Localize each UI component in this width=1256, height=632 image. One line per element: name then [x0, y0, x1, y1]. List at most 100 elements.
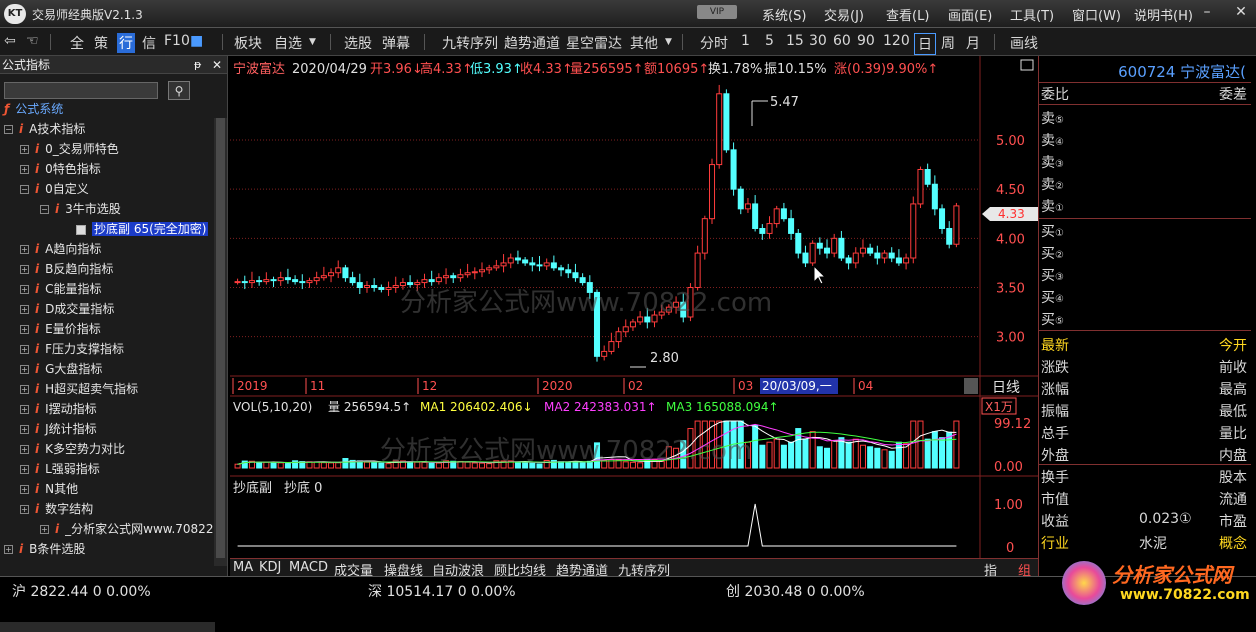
expand-icon[interactable]: +	[20, 385, 29, 394]
tree-item[interactable]: + i C能量指标	[20, 280, 102, 299]
expand-icon[interactable]: +	[20, 485, 29, 494]
candle-body[interactable]	[708, 164, 716, 220]
tb-trend-channel[interactable]: 趋势通道	[504, 33, 560, 53]
tree-item[interactable]: + i F压力支撑指标	[20, 340, 124, 359]
expand-icon[interactable]: +	[20, 305, 29, 314]
candle-body[interactable]	[852, 252, 859, 264]
expand-icon[interactable]: −	[20, 185, 29, 194]
tree-item[interactable]: + i J统计指标	[20, 420, 97, 439]
menu-trade[interactable]: 交易(J)	[824, 5, 864, 24]
tab-kdj[interactable]: KDJ	[259, 560, 281, 575]
candle-body[interactable]	[263, 279, 270, 283]
tb-watchlist[interactable]: 自选	[274, 33, 302, 53]
expand-icon[interactable]: +	[20, 145, 29, 154]
tb-intraday[interactable]: 分时	[700, 33, 728, 53]
expand-icon[interactable]: −	[4, 125, 13, 134]
candle-body[interactable]	[378, 287, 385, 290]
tb-all[interactable]: 全	[70, 33, 84, 53]
candle-body[interactable]	[248, 280, 255, 284]
expand-icon[interactable]: +	[20, 505, 29, 514]
candle-body[interactable]	[694, 252, 701, 288]
candle-body[interactable]	[392, 285, 399, 289]
candle-body[interactable]	[421, 279, 428, 284]
candle-body[interactable]	[744, 203, 751, 210]
candle-body[interactable]	[507, 257, 514, 264]
close-panel-icon[interactable]: ✕	[212, 56, 222, 74]
candle-body[interactable]	[903, 257, 910, 264]
tb-strategy[interactable]: 策	[94, 33, 108, 53]
candle-body[interactable]	[493, 265, 500, 269]
candle-body[interactable]	[241, 281, 248, 284]
candle-body[interactable]	[701, 218, 708, 254]
candle-body[interactable]	[809, 242, 816, 264]
candle-body[interactable]	[399, 282, 406, 287]
candle-body[interactable]	[802, 252, 809, 264]
tree-item[interactable]: + i H超买超卖气指标	[20, 380, 138, 399]
tb-90min[interactable]: 90	[857, 33, 875, 49]
candle-body[interactable]	[773, 208, 780, 225]
candle-body[interactable]	[737, 188, 744, 210]
menu-tools[interactable]: 工具(T)	[1010, 5, 1054, 24]
tree-item[interactable]: + i _分析家公式网www.70822	[40, 520, 213, 539]
expand-icon[interactable]: +	[20, 365, 29, 374]
candle-body[interactable]	[816, 242, 823, 249]
candle-body[interactable]	[867, 247, 874, 254]
kline-chart-svg[interactable]: 5.00 4.50 4.00 3.50 3.00 宁波富达 2020/04/29 开3.…	[230, 56, 1038, 558]
tb-nine-turn[interactable]: 九转序列	[442, 33, 498, 53]
candle-body[interactable]	[363, 285, 370, 289]
candle-body[interactable]	[572, 272, 579, 279]
candle-body[interactable]	[831, 237, 838, 254]
horizontal-scrollbar[interactable]	[0, 622, 215, 632]
expand-icon[interactable]: +	[20, 265, 29, 274]
maximize-chart-icon[interactable]	[1020, 59, 1034, 71]
expand-icon[interactable]: +	[4, 545, 13, 554]
minimize-icon[interactable]: –	[1196, 2, 1218, 22]
tree-item[interactable]: 抄底副 65(完全加密)	[76, 220, 209, 239]
candle-body[interactable]	[924, 169, 931, 185]
tb-sector[interactable]: 板块	[234, 33, 262, 53]
tb-1min[interactable]: 1	[741, 33, 750, 49]
candle-body[interactable]	[939, 208, 946, 229]
candle-body[interactable]	[895, 257, 902, 264]
candle-body[interactable]	[435, 277, 442, 283]
tree-item[interactable]: + i B反趋向指标	[20, 260, 113, 279]
candle-body[interactable]	[277, 277, 284, 282]
candle-body[interactable]	[292, 279, 299, 283]
candle-body[interactable]	[443, 275, 450, 279]
tree-item[interactable]: + i B条件选股	[4, 540, 85, 559]
expand-icon[interactable]: +	[20, 285, 29, 294]
candle-body[interactable]	[824, 247, 831, 254]
candle-body[interactable]	[299, 281, 306, 284]
tb-60min[interactable]: 60	[833, 33, 851, 49]
tree-item[interactable]: + i K多空势力对比	[20, 440, 125, 459]
candle-body[interactable]	[306, 280, 313, 284]
tree-item[interactable]: + i E量价指标	[20, 320, 101, 339]
expand-icon[interactable]: +	[20, 445, 29, 454]
candle-body[interactable]	[601, 350, 608, 357]
candle-body[interactable]	[766, 223, 773, 234]
tb-danmaku[interactable]: 弹幕	[382, 33, 410, 53]
tree-item[interactable]: − i 3牛市选股	[40, 200, 121, 219]
candle-body[interactable]	[795, 232, 802, 254]
candle-body[interactable]	[723, 93, 730, 151]
candle-body[interactable]	[579, 277, 586, 284]
expand-icon[interactable]: +	[40, 525, 49, 534]
tb-f10[interactable]: F10	[164, 33, 190, 49]
tree-item[interactable]: + i G大盘指标	[20, 360, 102, 379]
tree-item[interactable]: + i D成交量指标	[20, 300, 114, 319]
tb-stock-pick[interactable]: 选股	[344, 33, 372, 53]
menu-system[interactable]: 系统(S)	[762, 5, 806, 24]
candle-body[interactable]	[558, 267, 565, 271]
vip-badge[interactable]: VIP	[697, 5, 737, 19]
candle-body[interactable]	[313, 277, 320, 282]
candle-body[interactable]	[953, 205, 960, 245]
expand-icon[interactable]: +	[20, 325, 29, 334]
tree-item[interactable]: + i I摆动指标	[20, 400, 97, 419]
scroll-right-icon[interactable]	[964, 378, 978, 394]
candle-body[interactable]	[457, 274, 464, 279]
candle-body[interactable]	[931, 183, 938, 210]
tb-15min[interactable]: 15	[786, 33, 804, 49]
tb-draw-line[interactable]: 画线	[1010, 33, 1038, 53]
search-icon[interactable]: ⚲	[168, 81, 190, 100]
window-icon[interactable]: ■	[190, 33, 203, 49]
